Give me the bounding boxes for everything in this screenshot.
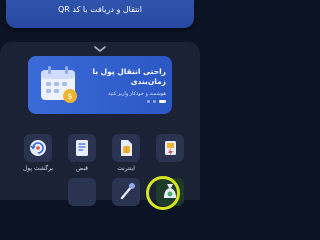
service-charge[interactable]	[150, 134, 190, 178]
promo-title: راحتی انتقال پول با زمان‌بندی	[92, 67, 166, 86]
qr-transfer-label: انتقال و دریافت با کد QR	[57, 5, 143, 14]
carousel-indicator	[147, 100, 166, 103]
tools-icon	[120, 183, 135, 200]
refund-icon	[30, 140, 46, 156]
row2-tile-1	[68, 178, 96, 206]
service-row2-item-2[interactable]	[106, 178, 146, 222]
service-bill[interactable]: قبض	[62, 134, 102, 178]
carousel-dot[interactable]	[153, 100, 156, 103]
qr-transfer-banner[interactable]: انتقال و دریافت با کد QR	[6, 0, 194, 28]
bill-tile	[68, 134, 96, 162]
svg-text:$: $	[67, 92, 72, 101]
promo-banner[interactable]: $ راحتی انتقال پول با زمان‌بندی هوشمند و…	[28, 56, 172, 114]
service-label: قبض	[75, 165, 89, 172]
service-refund[interactable]: برگشت پول	[18, 134, 58, 178]
service-row2-item-1[interactable]	[62, 178, 102, 222]
chevron-down-icon[interactable]	[93, 44, 107, 54]
charge-icon	[165, 141, 176, 156]
charge-tile	[156, 134, 184, 162]
service-label: اینترنت	[117, 165, 135, 172]
carousel-dot[interactable]	[147, 100, 150, 103]
internet-sim-icon	[121, 140, 132, 156]
carousel-dot-active[interactable]	[159, 100, 166, 103]
bill-icon	[76, 140, 88, 156]
promo-subtitle: هوشمند و خودکار واریز کنید	[108, 91, 166, 97]
service-label: برگشت پول	[22, 165, 54, 172]
refund-tile	[24, 134, 52, 162]
internet-tile	[112, 134, 140, 162]
highlight-ring	[146, 176, 180, 210]
row2-tile-2	[112, 178, 140, 206]
calendar-icon: $	[41, 66, 77, 103]
service-internet[interactable]: اینترنت	[106, 134, 146, 178]
